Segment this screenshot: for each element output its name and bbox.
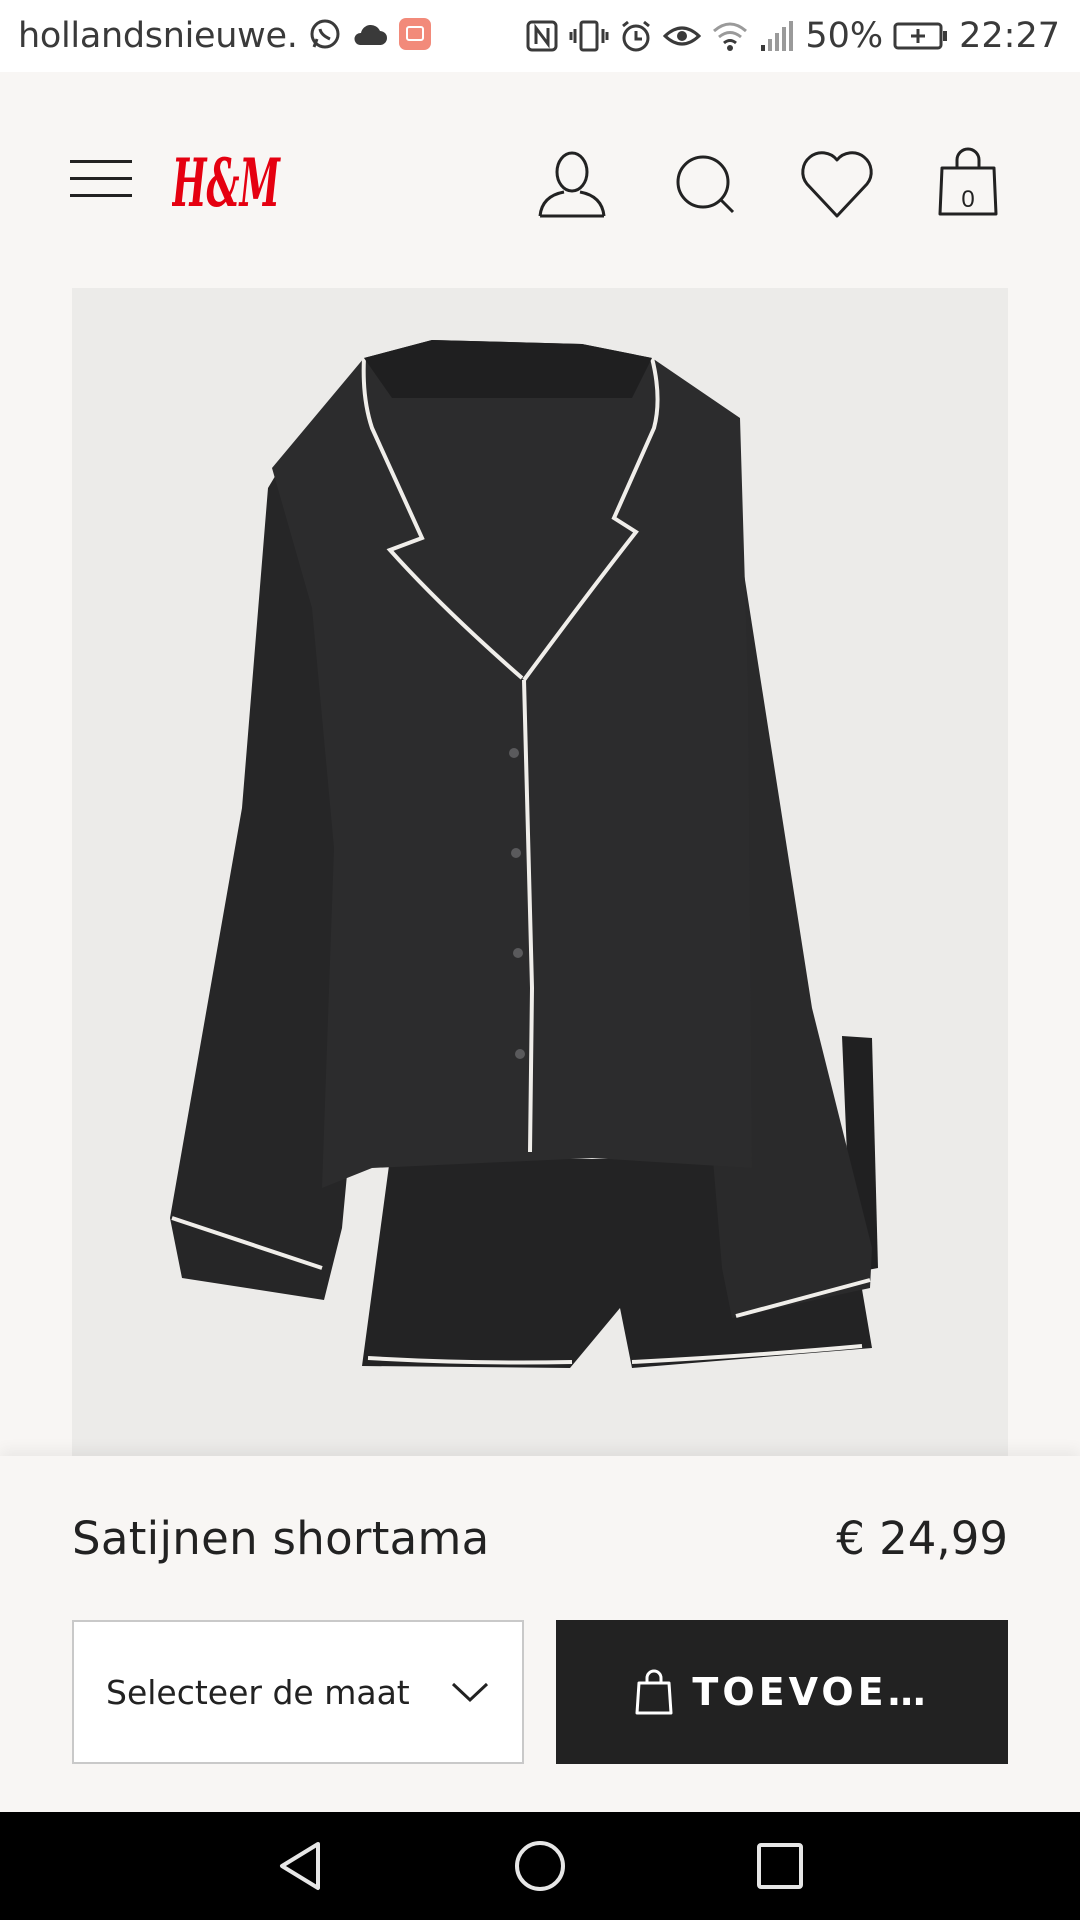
mail-app-icon (398, 17, 432, 55)
product-name: Satijnen shortama (72, 1512, 490, 1565)
home-circle-icon (515, 1841, 565, 1891)
whatsapp-icon (308, 17, 342, 55)
status-bar: hollandsnieuwe. 50% 22:27 (0, 0, 1080, 72)
shopping-bag-icon: 0 (938, 147, 998, 216)
nav-back-button[interactable] (272, 1838, 328, 1894)
product-price: € 24,99 (836, 1512, 1008, 1565)
hm-logo-mark: H&M (171, 144, 281, 222)
cart-button[interactable]: 0 (928, 144, 1008, 224)
status-time: 22:27 (959, 16, 1060, 56)
menu-button[interactable] (70, 156, 134, 202)
search-button[interactable] (666, 144, 746, 224)
back-triangle-icon (280, 1842, 320, 1890)
search-icon (676, 155, 735, 214)
hamburger-icon (70, 160, 132, 163)
nav-recents-button[interactable] (752, 1838, 808, 1894)
signal-icon (759, 19, 795, 53)
product-buy-panel: Satijnen shortama € 24,99 Selecteer de m… (0, 1456, 1080, 1812)
hamburger-line (70, 177, 132, 180)
battery-icon (893, 21, 949, 51)
system-nav-bar (0, 1812, 1080, 1920)
chevron-down-icon (451, 1682, 489, 1703)
status-left: hollandsnieuwe. (18, 16, 525, 56)
wifi-icon (711, 19, 749, 53)
product-image[interactable] (72, 288, 1008, 1456)
nfc-icon (525, 19, 559, 53)
hm-logo[interactable]: H&M (171, 142, 284, 222)
user-icon (538, 151, 606, 218)
add-to-cart-button[interactable]: TOEVOE… (556, 1620, 1008, 1764)
hm-logo-text: H&M (172, 144, 281, 220)
cart-count: 0 (961, 186, 974, 213)
account-button[interactable] (532, 144, 612, 224)
size-select-label: Selecteer de maat (106, 1672, 410, 1712)
shopping-bag-icon (635, 1669, 673, 1715)
pajama-set-photo (72, 288, 1008, 1456)
size-select[interactable]: Selecteer de maat (72, 1620, 524, 1764)
add-to-cart-label: TOEVOE… (692, 1670, 930, 1714)
eye-comfort-icon (663, 19, 702, 53)
nav-home-button[interactable] (512, 1838, 568, 1894)
status-app-label: hollandsnieuwe. (18, 16, 298, 56)
vibrate-icon (569, 19, 609, 53)
heart-icon (801, 151, 873, 218)
hamburger-line (70, 194, 132, 197)
wishlist-button[interactable] (797, 144, 877, 224)
alarm-icon (619, 19, 653, 53)
battery-percent: 50% (805, 16, 884, 56)
status-right: 50% 22:27 (525, 16, 1060, 56)
site-header: H&M 0 (0, 72, 1080, 288)
recents-square-icon (757, 1843, 803, 1889)
cloud-icon (352, 21, 388, 51)
